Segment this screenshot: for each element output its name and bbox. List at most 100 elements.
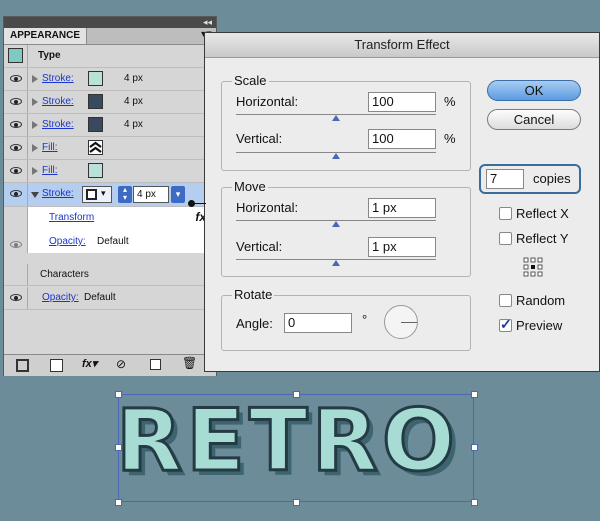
characters-row[interactable]: Characters bbox=[4, 264, 216, 286]
copies-box: 7 copies bbox=[479, 164, 581, 194]
selection-handle[interactable] bbox=[471, 444, 478, 451]
eye-icon[interactable] bbox=[10, 241, 22, 248]
stroke-color-dropdown[interactable]: ▾ bbox=[82, 186, 112, 203]
reflect-x-label[interactable]: Reflect X bbox=[516, 206, 569, 221]
expand-triangle-icon[interactable] bbox=[32, 144, 38, 152]
color-swatch[interactable] bbox=[88, 163, 103, 178]
thumbnail-cell bbox=[4, 45, 28, 67]
eye-icon[interactable] bbox=[10, 190, 22, 197]
appearance-row[interactable]: Fill: bbox=[4, 160, 216, 183]
reflect-x-checkbox[interactable] bbox=[499, 207, 512, 220]
eye-icon[interactable] bbox=[10, 75, 22, 82]
eye-icon[interactable] bbox=[10, 144, 22, 151]
add-fill-icon[interactable] bbox=[50, 359, 63, 372]
appearance-row[interactable]: Fill: bbox=[4, 137, 216, 160]
tab-appearance[interactable]: APPEARANCE bbox=[4, 28, 88, 44]
stroke-weight-field[interactable]: 4 px bbox=[133, 186, 169, 203]
object-type-label: Type bbox=[38, 50, 61, 61]
scale-vertical-input[interactable]: 100 bbox=[368, 129, 436, 149]
row-label[interactable]: Stroke: bbox=[42, 73, 74, 84]
appearance-row[interactable]: Stroke: 4 px bbox=[4, 68, 216, 91]
cancel-button[interactable]: Cancel bbox=[487, 109, 581, 130]
chevron-pattern-icon[interactable] bbox=[88, 140, 103, 155]
selection-handle[interactable] bbox=[115, 499, 122, 506]
row-label[interactable]: Fill: bbox=[42, 165, 58, 176]
degree-symbol: ° bbox=[362, 312, 368, 327]
sub-items-eyecol bbox=[4, 207, 28, 253]
row-label[interactable]: Stroke: bbox=[42, 119, 74, 130]
preview-checkbox[interactable]: ✓ bbox=[499, 316, 512, 332]
row-label[interactable]: Opacity: bbox=[42, 292, 79, 303]
row-value: 4 px bbox=[124, 96, 143, 107]
angle-input[interactable]: 0 bbox=[284, 313, 352, 333]
color-swatch[interactable] bbox=[88, 94, 103, 109]
weight-dropdown-button[interactable]: ▾ bbox=[171, 186, 185, 203]
panel-titlebar[interactable]: ◂◂ bbox=[4, 17, 216, 28]
transform-effect-dialog: Transform Effect Scale Horizontal: 100 %… bbox=[204, 32, 600, 372]
opacity-row[interactable]: Opacity: Default bbox=[4, 287, 216, 310]
selection-handle[interactable] bbox=[471, 391, 478, 398]
color-swatch[interactable] bbox=[88, 117, 103, 132]
copies-input[interactable]: 7 bbox=[486, 169, 524, 189]
row-label[interactable]: Stroke: bbox=[42, 96, 74, 107]
appearance-row[interactable]: Stroke: 4 px bbox=[4, 114, 216, 137]
transform-effect-link[interactable]: Transform bbox=[49, 212, 94, 223]
move-title: Move bbox=[232, 179, 268, 194]
characters-label: Characters bbox=[40, 269, 89, 280]
selected-stroke-row[interactable]: Stroke: ▾ ▴ ▾ 4 px ▾ bbox=[4, 183, 216, 207]
expand-triangle-icon[interactable] bbox=[32, 98, 38, 106]
trash-icon[interactable]: 🗑 bbox=[182, 356, 197, 370]
type-row[interactable]: Type bbox=[4, 45, 216, 68]
clear-icon[interactable]: ⊘ bbox=[116, 357, 126, 371]
opacity-value: Default bbox=[97, 236, 129, 247]
eye-icon[interactable] bbox=[10, 167, 22, 174]
slider-thumb[interactable] bbox=[332, 260, 340, 266]
retro-text[interactable]: RETRO bbox=[115, 397, 459, 486]
selection-handle[interactable] bbox=[293, 499, 300, 506]
chevron-down-icon: ▾ bbox=[101, 188, 106, 198]
connector-line bbox=[194, 203, 206, 204]
random-label[interactable]: Random bbox=[516, 293, 565, 308]
opacity-link[interactable]: Opacity: bbox=[49, 236, 86, 247]
stroke-weight-stepper[interactable]: ▴ ▾ bbox=[118, 186, 132, 203]
reflect-y-checkbox[interactable] bbox=[499, 232, 512, 245]
expand-triangle-icon[interactable] bbox=[32, 167, 38, 175]
collapse-triangle-icon[interactable] bbox=[31, 192, 39, 198]
random-checkbox[interactable] bbox=[499, 294, 512, 307]
add-stroke-icon[interactable] bbox=[16, 359, 29, 372]
panel-bottom-toolbar: fx▾ ⊘ 🗑 bbox=[4, 354, 216, 376]
slider-thumb[interactable] bbox=[332, 115, 340, 121]
preview-label[interactable]: Preview bbox=[516, 318, 562, 333]
move-group: Move Horizontal: 1 px Vertical: 1 px bbox=[221, 179, 471, 277]
eye-icon[interactable] bbox=[10, 98, 22, 105]
collapse-icon[interactable]: ◂◂ bbox=[203, 17, 212, 28]
angle-label: Angle: bbox=[236, 316, 273, 331]
move-horizontal-input[interactable]: 1 px bbox=[368, 198, 436, 218]
eye-icon[interactable] bbox=[10, 121, 22, 128]
expand-triangle-icon[interactable] bbox=[32, 121, 38, 129]
eye-icon[interactable] bbox=[10, 294, 22, 301]
row-value: 4 px bbox=[124, 119, 143, 130]
scale-title: Scale bbox=[232, 73, 269, 88]
expand-triangle-icon[interactable] bbox=[32, 75, 38, 83]
slider-thumb[interactable] bbox=[332, 153, 340, 159]
row-label[interactable]: Stroke: bbox=[42, 188, 74, 199]
row-label[interactable]: Fill: bbox=[42, 142, 58, 153]
duplicate-icon[interactable] bbox=[150, 359, 161, 370]
selection-handle[interactable] bbox=[471, 499, 478, 506]
move-vertical-input[interactable]: 1 px bbox=[368, 237, 436, 257]
panel-tabbar: APPEARANCE ▾≡ bbox=[4, 28, 216, 45]
copies-label: copies bbox=[533, 171, 571, 186]
appearance-row[interactable]: Stroke: 4 px bbox=[4, 91, 216, 114]
scale-vertical-unit: % bbox=[444, 131, 456, 146]
reflect-y-label[interactable]: Reflect Y bbox=[516, 231, 569, 246]
appearance-panel: ◂◂ APPEARANCE ▾≡ Type Stroke: 4 px Strok… bbox=[3, 16, 217, 376]
scale-horizontal-input[interactable]: 100 bbox=[368, 92, 436, 112]
angle-dial[interactable] bbox=[384, 305, 418, 339]
fx-icon[interactable]: fx▾ bbox=[82, 357, 97, 370]
color-swatch[interactable] bbox=[88, 71, 103, 86]
reference-point-icon[interactable] bbox=[523, 257, 543, 277]
slider-thumb[interactable] bbox=[332, 221, 340, 227]
ok-button[interactable]: OK bbox=[487, 80, 581, 101]
angle-dial-indicator bbox=[401, 322, 417, 323]
